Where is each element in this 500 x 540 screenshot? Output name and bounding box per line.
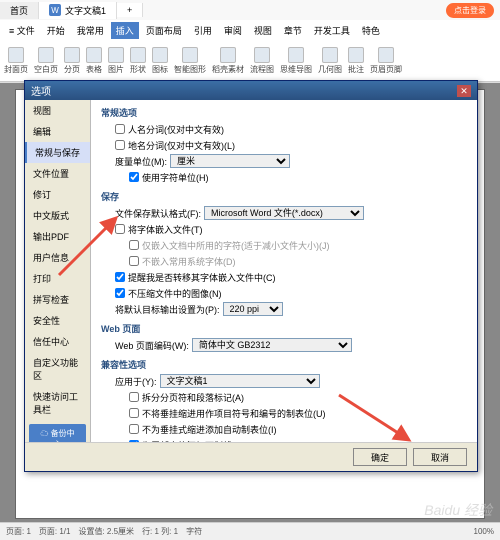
check-person-name[interactable] <box>115 124 125 134</box>
dialog-content: 常规选项 人名分词(仅对中文有效) 地名分词(仅对中文有效)(L) 度量单位(M… <box>91 100 477 442</box>
dpi-label: 将默认目标输出设置为(P): <box>115 303 220 316</box>
ribbon-headerfooter[interactable]: 页眉页脚 <box>370 47 402 75</box>
nav-spell[interactable]: 拼写检查 <box>25 289 90 310</box>
ribbon: 封面页 空白页 分页 表格 图片 形状 图标 智能图形 稻壳素材 流程图 思维导… <box>0 40 500 82</box>
status-pos: 设置值: 2.5厘米 <box>78 526 134 537</box>
nav-chinese[interactable]: 中文版式 <box>25 205 90 226</box>
cancel-button[interactable]: 取消 <box>413 448 467 466</box>
ribbon-cover[interactable]: 封面页 <box>4 47 28 75</box>
ribbon-blank[interactable]: 空白页 <box>34 47 58 75</box>
login-button[interactable]: 点击登录 <box>446 3 494 18</box>
check-no-system-font[interactable] <box>129 256 139 266</box>
app-tabs: 首页 W文字文稿1 + 点击登录 <box>0 0 500 20</box>
ribbon-table[interactable]: 表格 <box>86 47 102 75</box>
backup-center-button[interactable]: ☁ 备份中心 <box>29 424 86 442</box>
tab-new[interactable]: + <box>117 3 143 17</box>
close-icon[interactable]: ✕ <box>457 85 471 97</box>
apply-select[interactable]: 文字文稿1 <box>160 374 320 388</box>
apply-label: 应用于(Y): <box>115 375 157 388</box>
watermark: Baidu 经验 <box>424 500 492 520</box>
check-no-hanging-tab[interactable] <box>129 408 139 418</box>
ribbon-break[interactable]: 分页 <box>64 47 80 75</box>
check-no-auto-tab[interactable] <box>129 424 139 434</box>
unit-label: 度量单位(M): <box>115 155 167 168</box>
menu-review[interactable]: 审阅 <box>219 22 247 39</box>
check-embed-used-only[interactable] <box>129 240 139 250</box>
check-remind-font[interactable] <box>115 272 125 282</box>
ribbon-iconset[interactable]: 图标 <box>152 47 168 75</box>
nav-trust[interactable]: 信任中心 <box>25 331 90 352</box>
check-embed-font[interactable] <box>115 224 125 234</box>
dialog-titlebar: 选项 ✕ <box>25 81 477 100</box>
nav-print[interactable]: 打印 <box>25 268 90 289</box>
zoom-value[interactable]: 100% <box>474 527 494 536</box>
options-dialog: 选项 ✕ 视图 编辑 常规与保存 文件位置 修订 中文版式 输出PDF 用户信息… <box>24 80 478 472</box>
menu-my[interactable]: 我常用 <box>72 22 109 39</box>
statusbar: 页面: 1 页面: 1/1 设置值: 2.5厘米 行: 1 列: 1 字符 10… <box>0 522 500 540</box>
format-select[interactable]: Microsoft Word 文件(*.docx) <box>204 206 364 220</box>
section-web: Web 页面 <box>101 322 467 335</box>
status-chars: 字符 <box>186 526 202 537</box>
ribbon-shape[interactable]: 形状 <box>130 47 146 75</box>
status-line: 行: 1 列: 1 <box>142 526 178 537</box>
menu-special[interactable]: 特色 <box>357 22 385 39</box>
nav-file-location[interactable]: 文件位置 <box>25 163 90 184</box>
section-general: 常规选项 <box>101 106 467 119</box>
nav-pdf[interactable]: 输出PDF <box>25 226 90 247</box>
menu-dev[interactable]: 开发工具 <box>309 22 355 39</box>
dialog-nav: 视图 编辑 常规与保存 文件位置 修订 中文版式 输出PDF 用户信息 打印 拼… <box>25 100 91 442</box>
word-icon: W <box>49 4 61 16</box>
dialog-footer: 确定 取消 <box>25 442 477 471</box>
ribbon-smartart[interactable]: 智能图形 <box>174 47 206 75</box>
nav-view[interactable]: 视图 <box>25 100 90 121</box>
menu-insert[interactable]: 插入 <box>111 22 139 39</box>
menu-view[interactable]: 视图 <box>249 22 277 39</box>
section-save: 保存 <box>101 190 467 203</box>
section-compat: 兼容性选项 <box>101 358 467 371</box>
format-label: 文件保存默认格式(F): <box>115 207 201 220</box>
menu-references[interactable]: 引用 <box>189 22 217 39</box>
dpi-select[interactable]: 220 ppi <box>223 302 283 316</box>
nav-general-save[interactable]: 常规与保存 <box>25 142 90 163</box>
menu-start[interactable]: 开始 <box>42 22 70 39</box>
status-pages: 页面: 1/1 <box>39 526 71 537</box>
ribbon-mindmap[interactable]: 思维导图 <box>280 47 312 75</box>
encoding-select[interactable]: 简体中文 GB2312 <box>192 338 352 352</box>
status-page: 页面: 1 <box>6 526 31 537</box>
encoding-label: Web 页面编码(W): <box>115 339 189 352</box>
nav-revision[interactable]: 修订 <box>25 184 90 205</box>
ribbon-geometry[interactable]: 几何图 <box>318 47 342 75</box>
ok-button[interactable]: 确定 <box>353 448 407 466</box>
check-no-compress[interactable] <box>115 288 125 298</box>
ribbon-comment[interactable]: 批注 <box>348 47 364 75</box>
menu-file[interactable]: ≡ 文件 <box>4 22 40 39</box>
tab-home[interactable]: 首页 <box>0 2 39 19</box>
unit-select[interactable]: 厘米 <box>170 154 290 168</box>
nav-user[interactable]: 用户信息 <box>25 247 90 268</box>
ribbon-image[interactable]: 图片 <box>108 47 124 75</box>
menu-section[interactable]: 章节 <box>279 22 307 39</box>
menu-page-layout[interactable]: 页面布局 <box>141 22 187 39</box>
tab-document[interactable]: W文字文稿1 <box>39 2 117 19</box>
nav-quickaccess[interactable]: 快速访问工具栏 <box>25 386 90 420</box>
nav-security[interactable]: 安全性 <box>25 310 90 331</box>
check-split-break[interactable] <box>129 392 139 402</box>
ribbon-flow[interactable]: 流程图 <box>250 47 274 75</box>
check-char-unit[interactable] <box>129 172 139 182</box>
check-place-name[interactable] <box>115 140 125 150</box>
nav-edit[interactable]: 编辑 <box>25 121 90 142</box>
nav-customize[interactable]: 自定义功能区 <box>25 352 90 386</box>
dialog-title: 选项 <box>31 83 51 98</box>
ribbon-assets[interactable]: 稻壳素材 <box>212 47 244 75</box>
menubar: ≡ 文件 开始 我常用 插入 页面布局 引用 审阅 视图 章节 开发工具 特色 <box>0 20 500 40</box>
